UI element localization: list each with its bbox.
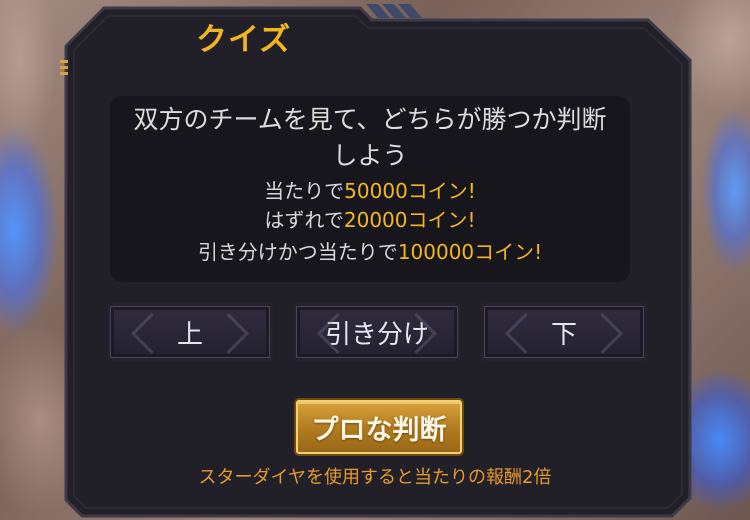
choice-up-button[interactable]: 上 xyxy=(110,306,270,358)
quiz-title: クイズ xyxy=(196,22,292,58)
star-diamond-note: スターダイヤを使用すると当たりの報酬2倍 xyxy=(198,467,552,488)
reward-line-win: 当たりで50000コイン! xyxy=(110,178,630,204)
choice-draw-button[interactable]: 引き分け xyxy=(296,306,458,358)
reward-condition: 引き分けかつ当たりで xyxy=(197,240,398,264)
reward-line-lose: はずれで20000コイン! xyxy=(110,207,630,233)
reward-amount: 20000コイン! xyxy=(343,208,476,232)
reward-line-draw: 引き分けかつ当たりで100000コイン! xyxy=(110,239,630,265)
reward-amount: 100000コイン! xyxy=(397,240,543,264)
reward-amount: 50000コイン! xyxy=(344,179,476,203)
pro-judgment-button[interactable]: プロな判断 xyxy=(296,400,462,454)
quiz-description-box: 双方のチームを見て、どちらが勝つか判断しよう 当たりで50000コイン! はずれ… xyxy=(110,96,630,282)
reward-condition: 当たりで xyxy=(264,179,345,203)
choice-down-button[interactable]: 下 xyxy=(484,306,644,358)
quiz-description: 双方のチームを見て、どちらが勝つか判断しよう xyxy=(133,105,607,170)
reward-condition: はずれで xyxy=(264,208,344,232)
